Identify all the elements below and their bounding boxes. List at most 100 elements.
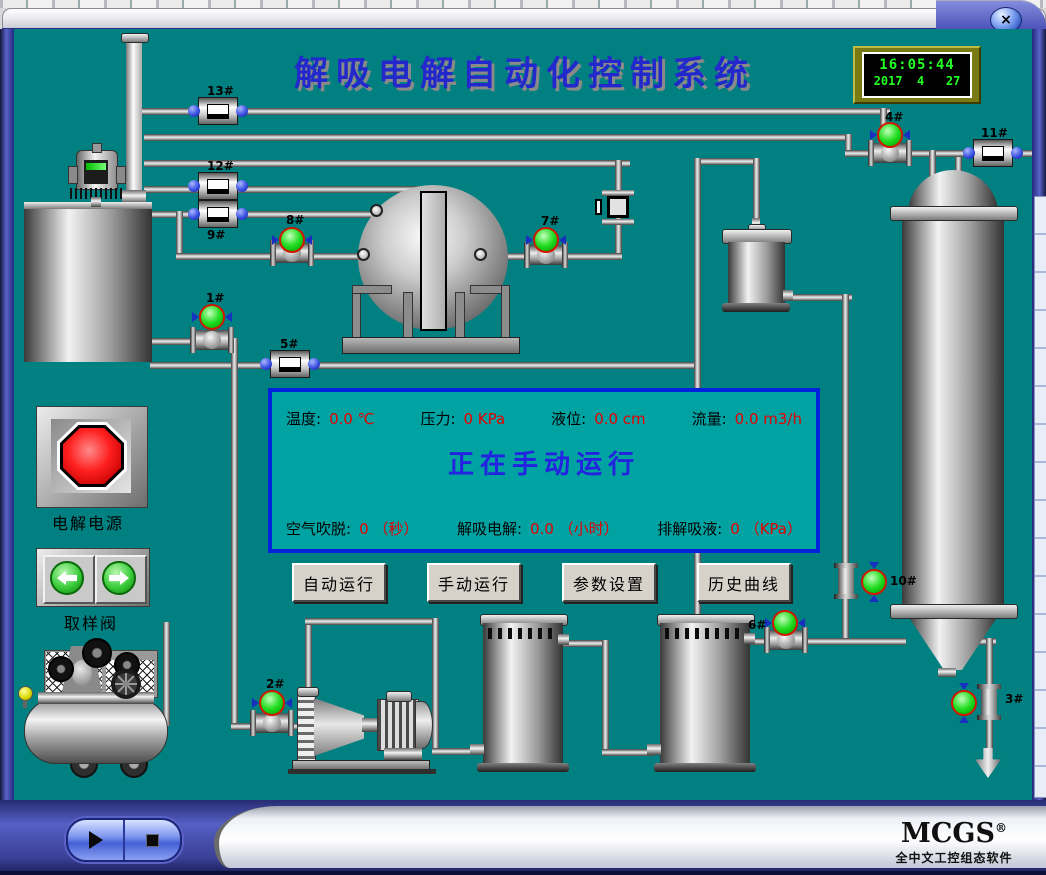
valve-glyph	[207, 207, 229, 222]
pump-inlet-flange	[297, 687, 319, 697]
runtime-toolbar: MCGS® 全中文工控组态软件	[0, 800, 1046, 875]
valve-body	[838, 568, 854, 594]
manual-run-button[interactable]: 手动运行	[427, 563, 521, 602]
valve-indicator-4[interactable]	[877, 122, 903, 148]
inline-valve-sensor	[595, 199, 602, 215]
brand-logo: MCGS®	[886, 814, 1022, 848]
solenoid-valve-11[interactable]	[973, 139, 1013, 167]
valve-label-2: 2#	[266, 677, 284, 691]
reactor-port	[357, 248, 370, 261]
run-status-text: 正在手动运行	[272, 444, 816, 481]
valve-indicator-3[interactable]	[951, 690, 977, 716]
pipe	[694, 158, 760, 165]
stand-leg	[455, 292, 465, 341]
clock-time: 16:05:44	[864, 57, 970, 73]
vent-stack	[126, 36, 142, 206]
valve-label-7: 7#	[541, 214, 559, 228]
solenoid-valve-12[interactable]	[198, 172, 238, 200]
panel-counters-row: 空气吹脱:0 （秒） 解吸电解:0.0 （小时） 排解吸液:0 （KPa）	[272, 518, 816, 539]
power-button-label: 电解电源	[52, 510, 124, 534]
mcgs-hmi-window: × 解吸电解自动化控制系统 16:05:44 2017 4 27	[0, 0, 1046, 875]
parameter-settings-button[interactable]: 参数设置	[562, 563, 656, 602]
solenoid-valve-9[interactable]	[198, 200, 238, 228]
stand-leg	[403, 292, 413, 341]
pump-base-shadow	[288, 769, 436, 774]
pipe	[163, 622, 170, 726]
arrow-right-icon	[109, 571, 129, 585]
valve-indicator-6[interactable]	[772, 610, 798, 636]
motor-fins	[377, 699, 419, 751]
pipe	[602, 640, 609, 752]
valve-indicator-1[interactable]	[199, 304, 225, 330]
stand-base	[342, 337, 520, 354]
play-icon	[89, 831, 103, 849]
green-lamp-icon	[50, 561, 84, 595]
valve-glyph	[982, 146, 1004, 161]
vertical-valve-3[interactable]	[977, 684, 1001, 720]
agitator-tab-right	[116, 166, 126, 184]
stand-leg	[501, 285, 510, 341]
stop-button[interactable]	[125, 820, 180, 860]
tank2-nozzle	[744, 633, 755, 644]
reactor-port	[474, 248, 487, 261]
reactor-column	[420, 191, 447, 331]
storage-tank1	[483, 623, 563, 766]
valve-label-6: 6#	[748, 618, 766, 632]
registered-mark: ®	[995, 821, 1007, 835]
solenoid-valve-13[interactable]	[198, 97, 238, 125]
brand-block: MCGS® 全中文工控组态软件	[886, 814, 1022, 866]
power-button-frame	[36, 406, 148, 508]
run-control-group	[66, 818, 182, 862]
tank2-vents	[665, 628, 745, 639]
run-button[interactable]	[68, 820, 125, 860]
stop-icon	[146, 834, 159, 847]
counter-air-strip: 空气吹脱:0 （秒）	[286, 518, 418, 539]
valve-label-11: 11#	[981, 126, 1008, 140]
valve-label-4: 4#	[885, 110, 903, 124]
valve-label-13: 13#	[207, 84, 234, 98]
valve-indicator-2[interactable]	[259, 690, 285, 716]
vertical-valve-10[interactable]	[834, 563, 858, 599]
sample-valve-right-button[interactable]	[95, 555, 147, 604]
electrolysis-power-button[interactable]	[63, 428, 121, 484]
stand-bracket	[352, 285, 392, 294]
valve-flange	[834, 594, 858, 599]
valve-glyph	[207, 104, 229, 119]
valve-indicator-8[interactable]	[279, 227, 305, 253]
tank1-nozzle	[558, 634, 569, 645]
history-curve-button[interactable]: 历史曲线	[697, 563, 791, 602]
pump-ladder	[297, 694, 316, 762]
solenoid-valve-5[interactable]	[270, 350, 310, 378]
valve-label-5: 5#	[280, 337, 298, 351]
compressor-tank	[24, 698, 168, 764]
sample-valve-frame	[36, 548, 150, 607]
pipe	[231, 338, 238, 730]
agitator-motor-top	[92, 143, 102, 153]
pipe	[432, 618, 439, 752]
column-outlet	[938, 668, 956, 677]
valve-flange	[977, 715, 1001, 720]
valve-ball	[263, 714, 281, 732]
auto-run-button[interactable]: 自动运行	[292, 563, 386, 602]
pipe	[144, 134, 852, 141]
agitator-tab-left	[68, 166, 78, 184]
valve-label-9: 9#	[207, 228, 225, 242]
yellow-knob	[18, 686, 33, 701]
inline-valve[interactable]	[607, 196, 629, 218]
right-scrollbar[interactable]	[1034, 196, 1046, 798]
agitator-indicator	[86, 163, 106, 170]
reading-flow: 流量:0.0 m3/h	[692, 408, 802, 429]
valve-label-3: 3#	[1005, 692, 1023, 706]
ball-valve-1[interactable]	[192, 330, 232, 350]
counter-discharge: 排解吸液:0 （KPa）	[657, 518, 802, 539]
ball-valve-2[interactable]	[252, 713, 292, 733]
reading-temperature: 温度:0.0 ℃	[286, 408, 375, 429]
filter-tank	[728, 242, 785, 306]
motor-foot	[384, 748, 422, 760]
column-flange-top	[890, 206, 1018, 221]
valve-label-10: 10#	[890, 574, 917, 588]
sample-valve-left-button[interactable]	[43, 555, 95, 604]
valve-indicator-7[interactable]	[533, 227, 559, 253]
valve-indicator-10[interactable]	[861, 569, 887, 595]
valve-label-8: 8#	[286, 213, 304, 227]
